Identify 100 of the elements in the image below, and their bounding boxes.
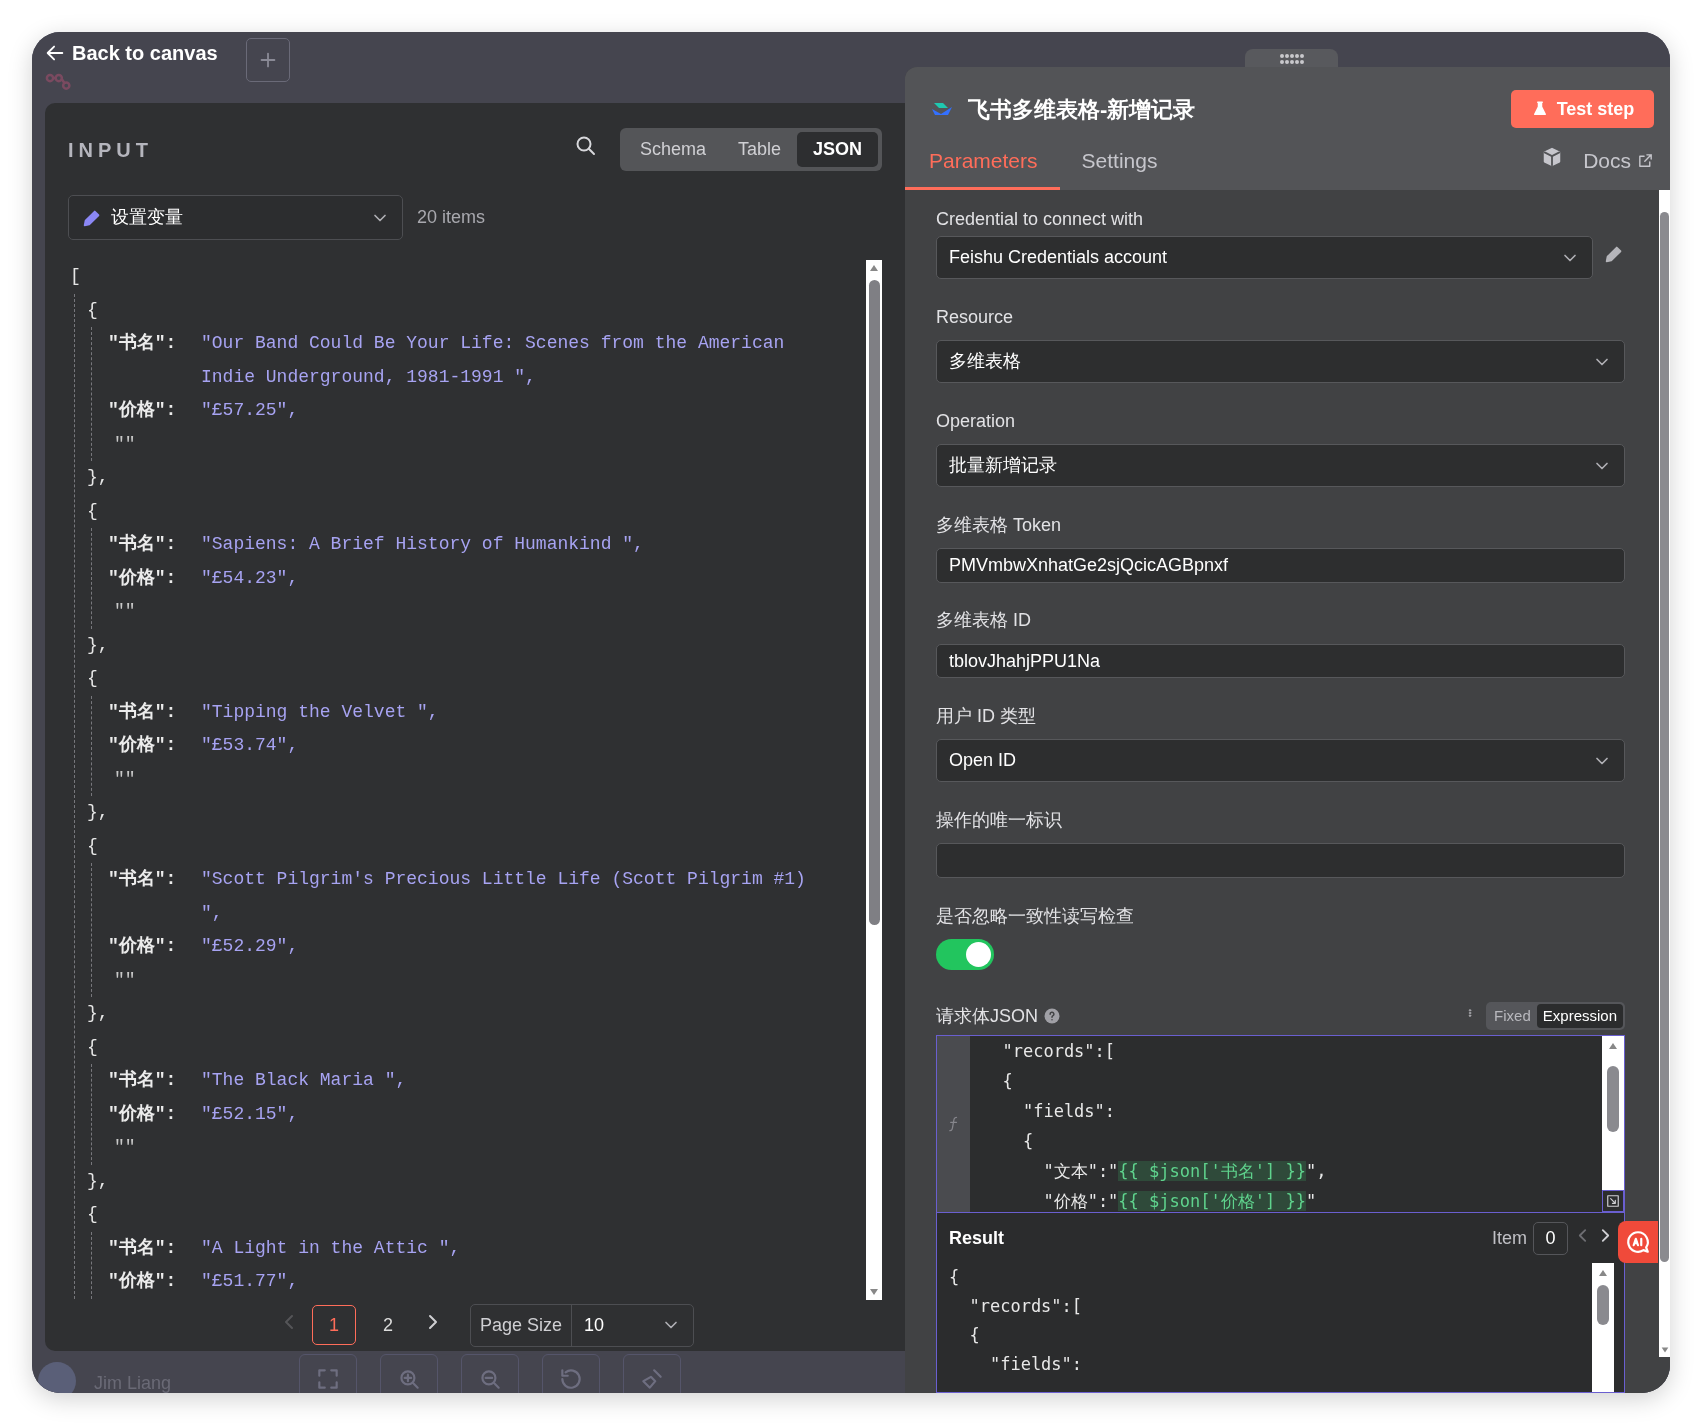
- json-value: "£51.77",: [201, 1270, 299, 1293]
- chevron-right-icon: [427, 1314, 438, 1330]
- json-value: "": [113, 767, 136, 791]
- scrollbar[interactable]: [1659, 190, 1670, 1357]
- panel-title: INPUT: [68, 137, 153, 163]
- json-value: "£53.74",: [201, 734, 299, 757]
- json-value: "": [113, 1136, 136, 1159]
- json-value: "": [113, 968, 136, 992]
- item-label: Item: [1492, 1226, 1527, 1250]
- scrollbar[interactable]: [1592, 1263, 1614, 1392]
- code-line: "records":[: [968, 1295, 1083, 1318]
- scroll-thumb[interactable]: [1607, 1066, 1619, 1132]
- json-key: "书名":: [108, 1231, 201, 1265]
- item-count: 20 items: [417, 206, 486, 229]
- brace: },: [87, 466, 109, 489]
- json-value: "The Black Maria ",: [201, 1069, 407, 1092]
- scroll-thumb[interactable]: [1660, 212, 1669, 1262]
- result-label: Result: [949, 1226, 1004, 1250]
- mode-tab[interactable]: Fixed: [1488, 1004, 1537, 1028]
- view-tab[interactable]: JSON: [796, 132, 878, 167]
- code-line: {: [949, 1266, 960, 1289]
- select-field[interactable]: Open ID: [936, 739, 1625, 783]
- page-button[interactable]: 1: [311, 1305, 356, 1345]
- json-value: "£54.23",: [201, 566, 299, 590]
- select-field[interactable]: Feishu Credentials account: [936, 236, 1593, 279]
- brace: },: [87, 1002, 109, 1025]
- scrollbar[interactable]: [866, 260, 882, 1300]
- json-value: "£57.25",: [201, 399, 299, 422]
- tab[interactable]: Settings: [1059, 135, 1180, 190]
- json-key: "书名":: [108, 863, 201, 897]
- json-value: "Scott Pilgrim's Precious Little Life (Scott Pilgrim #1) ",: [201, 868, 807, 925]
- zoom-in-button[interactable]: [380, 1354, 439, 1393]
- brace: {: [87, 1203, 98, 1226]
- input-field[interactable]: tblovJhahjPPU1Na: [936, 643, 1625, 679]
- brace: },: [87, 1169, 109, 1193]
- scroll-down-icon: [1659, 1345, 1670, 1355]
- field-label: 是否忽略一致性读写检查: [936, 904, 1134, 928]
- json-key: "价格":: [108, 930, 201, 964]
- json-key: "书名":: [108, 327, 201, 361]
- docs-link[interactable]: Docs: [1583, 144, 1654, 181]
- json-key: "价格":: [108, 1265, 201, 1299]
- brace: },: [87, 801, 109, 824]
- field-label: 多维表格 ID: [936, 609, 1031, 633]
- json-value: "£52.15",: [201, 1102, 299, 1126]
- resize-icon: [1606, 1194, 1620, 1208]
- zoom-out-button[interactable]: [461, 1354, 520, 1393]
- bracket: [: [69, 265, 81, 288]
- json-value: "": [113, 432, 136, 456]
- brace: {: [87, 834, 98, 858]
- json-value: "": [113, 600, 136, 623]
- json-key: "价格":: [108, 561, 201, 595]
- json-key: "价格":: [108, 729, 201, 763]
- resize-button[interactable]: [1602, 1190, 1624, 1212]
- select-field[interactable]: 多维表格: [936, 340, 1625, 383]
- node-name: 设置变量: [111, 206, 184, 229]
- view-tab[interactable]: Table: [721, 132, 797, 167]
- json-value: "Our Band Could Be Your Life: Scenes from the American Indie Underground, 1981-1991 ",: [201, 332, 786, 389]
- tidy-button[interactable]: [623, 1354, 682, 1393]
- item-index-field[interactable]: 0: [1533, 1221, 1568, 1255]
- field-label: Operation: [936, 409, 1016, 433]
- add-button[interactable]: [246, 38, 290, 82]
- brace: {: [87, 499, 98, 523]
- code-line: "fields":: [988, 1353, 1083, 1376]
- json-value: "Tipping the Velvet ",: [201, 700, 439, 724]
- brace: },: [87, 633, 109, 657]
- scroll-thumb[interactable]: [1597, 1285, 1609, 1325]
- json-value: "A Light in the Attic ",: [201, 1236, 461, 1260]
- field-label: Credential to connect with: [936, 207, 1144, 231]
- json-key: "书名":: [108, 528, 201, 562]
- chevron-left-icon: [1578, 1228, 1587, 1243]
- toggle-switch[interactable]: [936, 939, 994, 970]
- external-link-icon: [1637, 152, 1654, 169]
- node-title: 飞书多维表格-新增记录: [968, 95, 1196, 124]
- json-value: "£52.29",: [201, 935, 299, 958]
- brace: {: [87, 667, 98, 690]
- json-key: "书名":: [108, 1064, 201, 1098]
- chevron-left-icon: [283, 1314, 294, 1330]
- input-field[interactable]: PMVmbwXnhatGe2sjQcicAGBpnxf: [936, 548, 1625, 583]
- drag-dots-icon: [1279, 54, 1304, 64]
- json-value: "Sapiens: A Brief History of Humankind ",: [201, 533, 644, 556]
- input-field[interactable]: [936, 843, 1625, 878]
- code-editor[interactable]: "records":[ { "fields": { "文本":"{{ $json['书名'] }}", "价格":"{{ $json['价格'] }}": [970, 1036, 1602, 1212]
- json-key: "价格":: [108, 394, 201, 428]
- chat-bubble-icon: [1625, 1229, 1651, 1255]
- select-field[interactable]: 批量新增记录: [936, 444, 1625, 487]
- node-select[interactable]: 设置变量: [68, 195, 403, 240]
- reset-button[interactable]: [542, 1354, 601, 1393]
- field-label: 多维表格 Token: [936, 513, 1062, 537]
- mode-tab[interactable]: Expression: [1536, 1004, 1623, 1028]
- view-tab[interactable]: Schema: [623, 132, 722, 167]
- json-key: "价格":: [108, 1097, 201, 1131]
- assistant-button[interactable]: [1618, 1221, 1658, 1263]
- back-button[interactable]: Back to canvas: [44, 38, 218, 68]
- field-label: 操作的唯一标识: [936, 808, 1062, 832]
- brace: {: [87, 298, 98, 322]
- page-button[interactable]: 2: [365, 1305, 410, 1345]
- code-line: {: [968, 1324, 980, 1347]
- field-label: 请求体JSON: [936, 1004, 1038, 1028]
- scrollbar[interactable]: [1602, 1036, 1624, 1212]
- scroll-thumb[interactable]: [868, 280, 880, 925]
